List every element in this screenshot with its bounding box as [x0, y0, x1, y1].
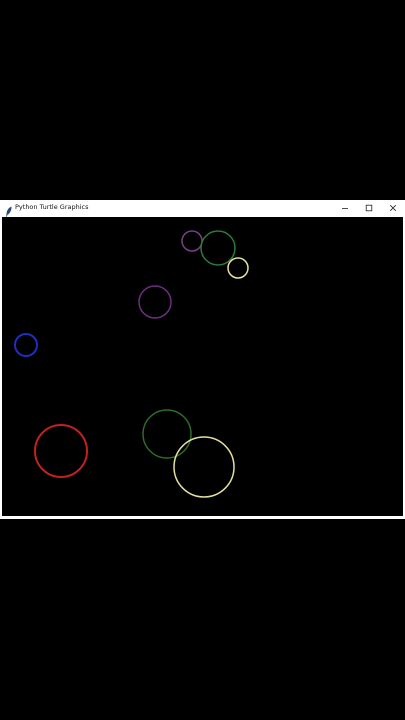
maximize-icon[interactable]: [357, 200, 381, 215]
minimize-icon[interactable]: [333, 200, 357, 215]
circle-yellow-small: [227, 257, 249, 279]
circle-yellow-large: [173, 436, 235, 498]
circle-purple-small: [181, 230, 203, 252]
circle-red: [34, 424, 88, 478]
title-bar[interactable]: Python Turtle Graphics: [0, 200, 405, 217]
feather-icon: [5, 202, 13, 217]
drawing-surface: [14, 230, 249, 498]
circle-blue: [14, 333, 38, 357]
turtle-canvas[interactable]: [2, 217, 403, 516]
circle-green-top: [200, 230, 236, 266]
circle-green-bottom: [142, 409, 192, 459]
turtle-window: Python Turtle Graphics: [0, 200, 405, 519]
window-title: Python Turtle Graphics: [15, 203, 89, 211]
close-icon[interactable]: [381, 200, 405, 215]
circle-purple-mid: [138, 285, 172, 319]
